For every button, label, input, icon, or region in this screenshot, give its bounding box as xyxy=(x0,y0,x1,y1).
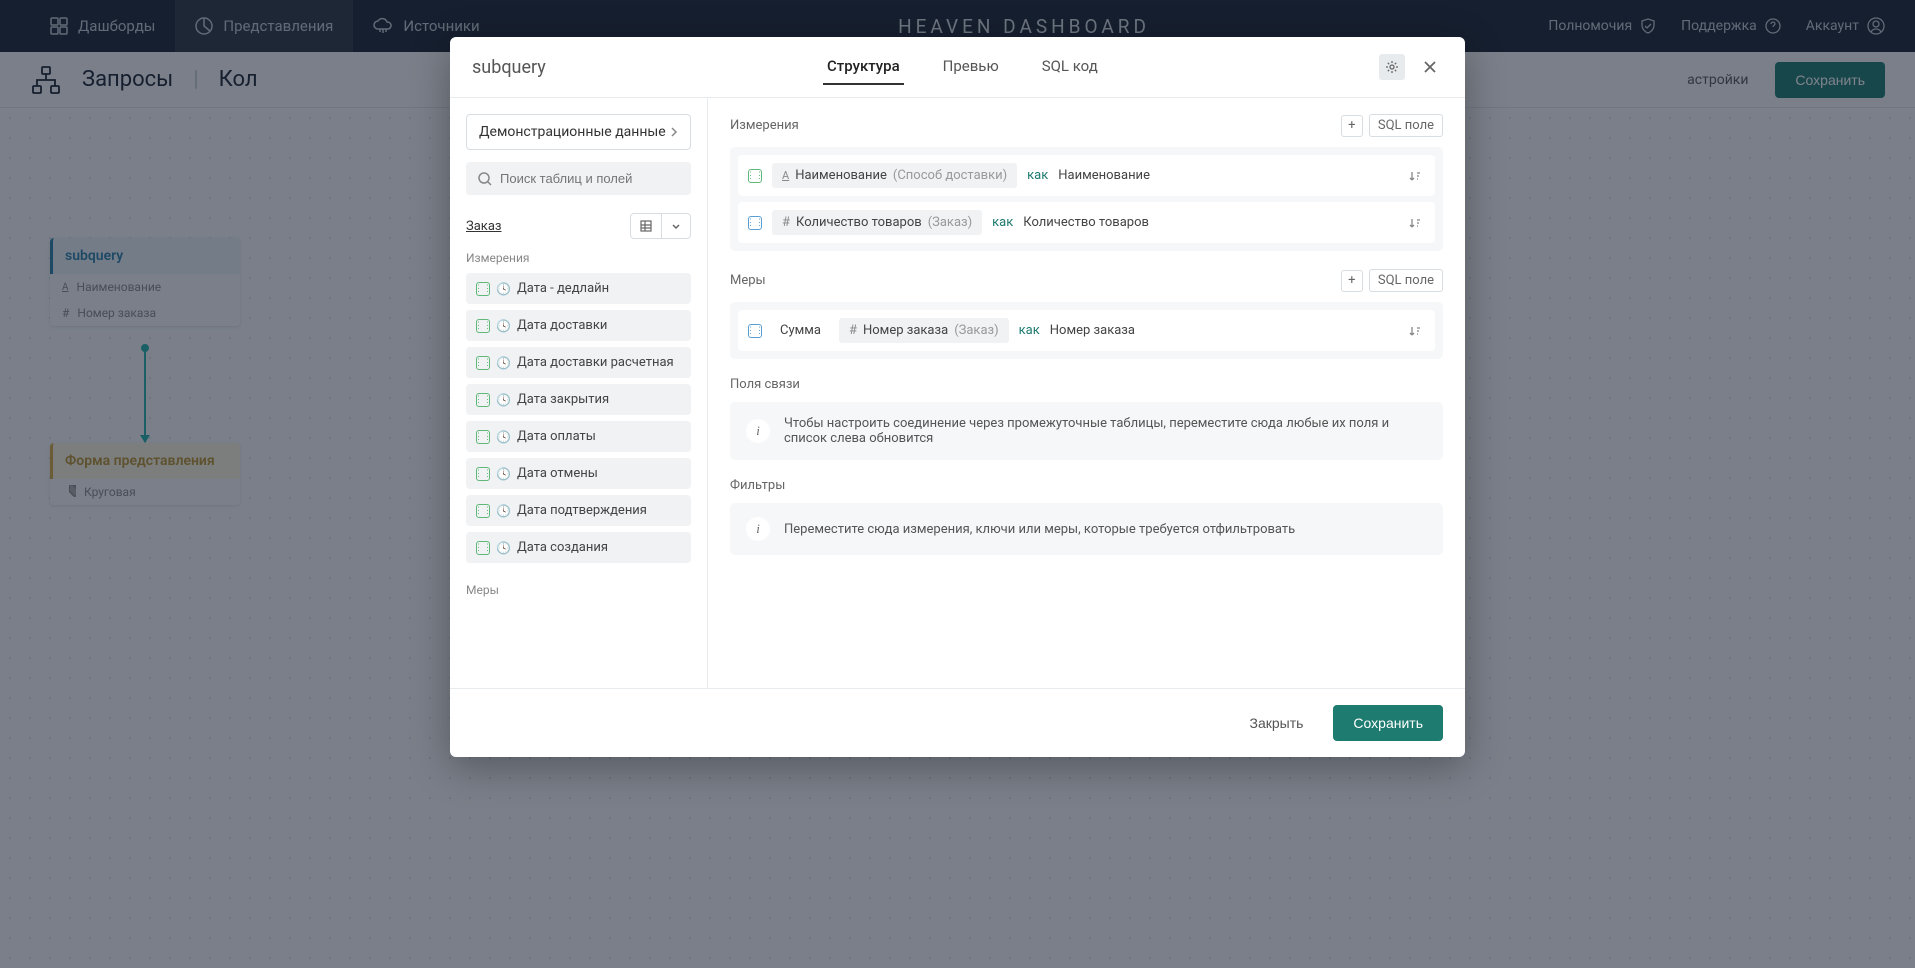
measures-section-label: Меры xyxy=(466,583,691,597)
settings-icon-button[interactable] xyxy=(1379,54,1405,80)
gear-icon xyxy=(1385,60,1399,74)
measures-dropzone[interactable]: ⋮⋮ Сумма # Номер заказа (Заказ) как Номе… xyxy=(730,302,1443,359)
modal-title: subquery xyxy=(472,57,546,78)
tab-preview[interactable]: Превью xyxy=(939,49,1003,85)
as-keyword: как xyxy=(992,215,1013,230)
table-name-link[interactable]: Заказ xyxy=(466,219,502,234)
sort-icon[interactable] xyxy=(1409,170,1425,182)
chevron-down-icon xyxy=(671,221,681,231)
close-button[interactable]: Закрыть xyxy=(1232,705,1322,741)
field-item[interactable]: ⋮⋮🕓Дата доставки расчетная xyxy=(466,347,691,378)
filters-title: Фильтры xyxy=(730,478,1443,493)
clock-icon: 🕓 xyxy=(496,541,511,555)
clock-icon: 🕓 xyxy=(496,504,511,518)
dimensions-title: Измерения xyxy=(730,118,799,133)
drag-handle-icon: ⋮⋮ xyxy=(476,467,490,481)
field-item[interactable]: ⋮⋮🕓Дата закрытия xyxy=(466,384,691,415)
dimensions-dropzone[interactable]: ⋮⋮ A Наименование (Способ доставки) как … xyxy=(730,147,1443,251)
field-item[interactable]: ⋮⋮🕓Дата - дедлайн xyxy=(466,273,691,304)
field-item[interactable]: ⋮⋮🕓Дата создания xyxy=(466,532,691,563)
measures-title: Меры xyxy=(730,273,766,288)
info-icon: i xyxy=(746,517,770,541)
table-grid-button[interactable] xyxy=(631,214,662,238)
field-item[interactable]: ⋮⋮🕓Дата подтверждения xyxy=(466,495,691,526)
as-keyword: как xyxy=(1027,168,1048,183)
dimension-row[interactable]: ⋮⋮ # Количество товаров (Заказ) как Коли… xyxy=(738,202,1435,243)
links-info-text: Чтобы настроить соединение через промежу… xyxy=(784,416,1427,446)
drag-handle-icon: ⋮⋮ xyxy=(476,430,490,444)
field-item[interactable]: ⋮⋮🕓Дата доставки xyxy=(466,310,691,341)
clock-icon: 🕓 xyxy=(496,319,511,333)
drag-handle-icon: ⋮⋮ xyxy=(748,324,762,338)
modal-right-panel: Измерения + SQL поле ⋮⋮ A Наименование xyxy=(708,98,1465,688)
field-item[interactable]: ⋮⋮🕓Дата оплаты xyxy=(466,421,691,452)
drag-handle-icon: ⋮⋮ xyxy=(748,216,762,230)
modal-left-panel: Демонстрационные данные Заказ xyxy=(450,98,708,688)
clock-icon: 🕓 xyxy=(496,467,511,481)
links-dropzone[interactable]: i Чтобы настроить соединение через проме… xyxy=(730,402,1443,460)
field-chip[interactable]: A Наименование (Способ доставки) xyxy=(772,163,1017,188)
sql-field-button[interactable]: SQL поле xyxy=(1369,114,1443,137)
sql-field-button[interactable]: SQL поле xyxy=(1369,269,1443,292)
search-box[interactable] xyxy=(466,162,691,195)
drag-handle-icon: ⋮⋮ xyxy=(476,356,490,370)
measure-row[interactable]: ⋮⋮ Сумма # Номер заказа (Заказ) как Номе… xyxy=(738,310,1435,351)
sort-icon[interactable] xyxy=(1409,217,1425,229)
modal-overlay: subquery Структура Превью SQL код xyxy=(0,0,1915,968)
alias-value[interactable]: Количество товаров xyxy=(1023,215,1149,230)
subquery-modal: subquery Структура Превью SQL код xyxy=(450,37,1465,757)
modal-footer: Закрыть Сохранить xyxy=(450,688,1465,757)
table-view-controls xyxy=(630,213,691,239)
field-chip[interactable]: # Номер заказа (Заказ) xyxy=(839,318,1009,343)
field-item[interactable]: ⋮⋮🕓Дата отмены xyxy=(466,458,691,489)
datasource-label: Демонстрационные данные xyxy=(479,124,666,140)
drag-handle-icon: ⋮⋮ xyxy=(476,393,490,407)
clock-icon: 🕓 xyxy=(496,430,511,444)
filters-dropzone[interactable]: i Переместите сюда измерения, ключи или … xyxy=(730,503,1443,555)
datasource-select[interactable]: Демонстрационные данные xyxy=(466,114,691,150)
drag-handle-icon: ⋮⋮ xyxy=(476,504,490,518)
sort-icon[interactable] xyxy=(1409,325,1425,337)
chevron-right-icon xyxy=(670,126,678,138)
clock-icon: 🕓 xyxy=(496,282,511,296)
links-title: Поля связи xyxy=(730,377,1443,392)
table-expand-button[interactable] xyxy=(662,214,690,238)
modal-header: subquery Структура Превью SQL код xyxy=(450,37,1465,98)
alias-value[interactable]: Наименование xyxy=(1058,168,1150,183)
tab-sql[interactable]: SQL код xyxy=(1038,49,1102,85)
text-type-icon: A xyxy=(782,169,789,182)
drag-handle-icon: ⋮⋮ xyxy=(476,541,490,555)
table-icon xyxy=(640,220,652,232)
save-button[interactable]: Сохранить xyxy=(1333,705,1443,741)
add-measure-button[interactable]: + xyxy=(1341,270,1363,292)
add-dimension-button[interactable]: + xyxy=(1341,115,1363,137)
number-type-icon: # xyxy=(849,323,857,338)
search-input[interactable] xyxy=(500,171,679,186)
number-type-icon: # xyxy=(782,215,790,230)
field-chip[interactable]: # Количество товаров (Заказ) xyxy=(772,210,982,235)
tab-structure[interactable]: Структура xyxy=(823,49,904,85)
info-icon: i xyxy=(746,419,770,443)
close-button[interactable] xyxy=(1417,54,1443,80)
drag-handle-icon: ⋮⋮ xyxy=(476,319,490,333)
clock-icon: 🕓 xyxy=(496,356,511,370)
search-icon xyxy=(478,172,492,186)
alias-value[interactable]: Номер заказа xyxy=(1050,323,1135,338)
drag-handle-icon: ⋮⋮ xyxy=(476,282,490,296)
dimensions-section-label: Измерения xyxy=(466,251,691,265)
as-keyword: как xyxy=(1019,323,1040,338)
drag-handle-icon: ⋮⋮ xyxy=(748,169,762,183)
dimension-row[interactable]: ⋮⋮ A Наименование (Способ доставки) как … xyxy=(738,155,1435,196)
close-icon xyxy=(1423,60,1437,74)
clock-icon: 🕓 xyxy=(496,393,511,407)
filters-info-text: Переместите сюда измерения, ключи или ме… xyxy=(784,522,1295,537)
aggregation-label[interactable]: Сумма xyxy=(772,318,829,343)
